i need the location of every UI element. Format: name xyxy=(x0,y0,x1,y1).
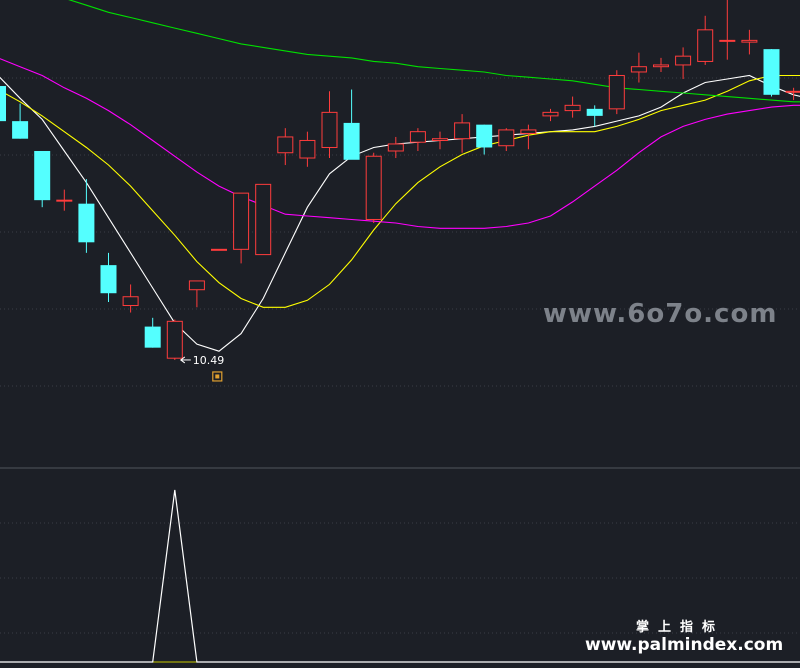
candle-body-5 xyxy=(100,265,117,294)
candle-body-9 xyxy=(188,280,205,291)
watermark-url: www.palmindex.com xyxy=(585,635,783,655)
candle-body-8 xyxy=(166,320,183,359)
candle-body-20 xyxy=(432,138,448,141)
candle-body-7 xyxy=(144,326,161,348)
candle-body-2 xyxy=(34,150,51,201)
candle-body-11 xyxy=(233,192,250,250)
candle-body-1 xyxy=(12,121,29,139)
candle-body-21 xyxy=(454,122,471,140)
chart-background xyxy=(0,0,800,668)
candle-body-18 xyxy=(387,143,404,152)
candle-body-14 xyxy=(299,139,316,159)
candle-body-22 xyxy=(476,124,493,148)
candle-28 xyxy=(608,70,625,115)
candle-body-34 xyxy=(741,39,758,43)
signal-marker-dot xyxy=(215,374,220,379)
candle-body-15 xyxy=(321,111,338,148)
candle-body-36 xyxy=(785,90,800,93)
candle-body-30 xyxy=(653,64,669,68)
candle-10 xyxy=(211,248,227,251)
low-price-label: 10.49 xyxy=(193,354,225,367)
candle-body-24 xyxy=(520,129,537,134)
candle-body-29 xyxy=(630,66,647,73)
candle-body-28 xyxy=(608,74,625,110)
candle-body-23 xyxy=(498,129,515,147)
candle-body-16 xyxy=(343,122,360,160)
candle-body-13 xyxy=(277,136,294,154)
candle-17 xyxy=(365,152,382,223)
candle-body-4 xyxy=(78,203,95,243)
candle-body-27 xyxy=(586,108,603,116)
candle-body-6 xyxy=(122,296,139,307)
candle-body-32 xyxy=(697,29,714,62)
candle-body-10 xyxy=(211,248,227,251)
watermark-main: www.6o7o.com xyxy=(543,299,777,329)
candle-body-25 xyxy=(542,111,559,117)
candle-35 xyxy=(763,49,780,97)
candle-body-26 xyxy=(564,104,581,112)
watermark-chinese: 掌上指标 xyxy=(636,619,724,635)
candle-body-12 xyxy=(255,183,272,256)
candle-body-31 xyxy=(675,55,692,66)
candle-body-19 xyxy=(409,131,426,143)
candle-body-33 xyxy=(719,39,736,42)
candle-body-35 xyxy=(763,49,780,95)
stock-chart: 10.49 www.6o7o.com 掌上指标 www.palmindex.co… xyxy=(0,0,800,668)
candle-body-0 xyxy=(0,86,6,122)
candle-body-17 xyxy=(365,155,382,220)
candle-2 xyxy=(34,150,51,208)
candle-12 xyxy=(255,183,272,256)
candle-8 xyxy=(166,319,183,360)
candle-body-3 xyxy=(56,199,73,202)
